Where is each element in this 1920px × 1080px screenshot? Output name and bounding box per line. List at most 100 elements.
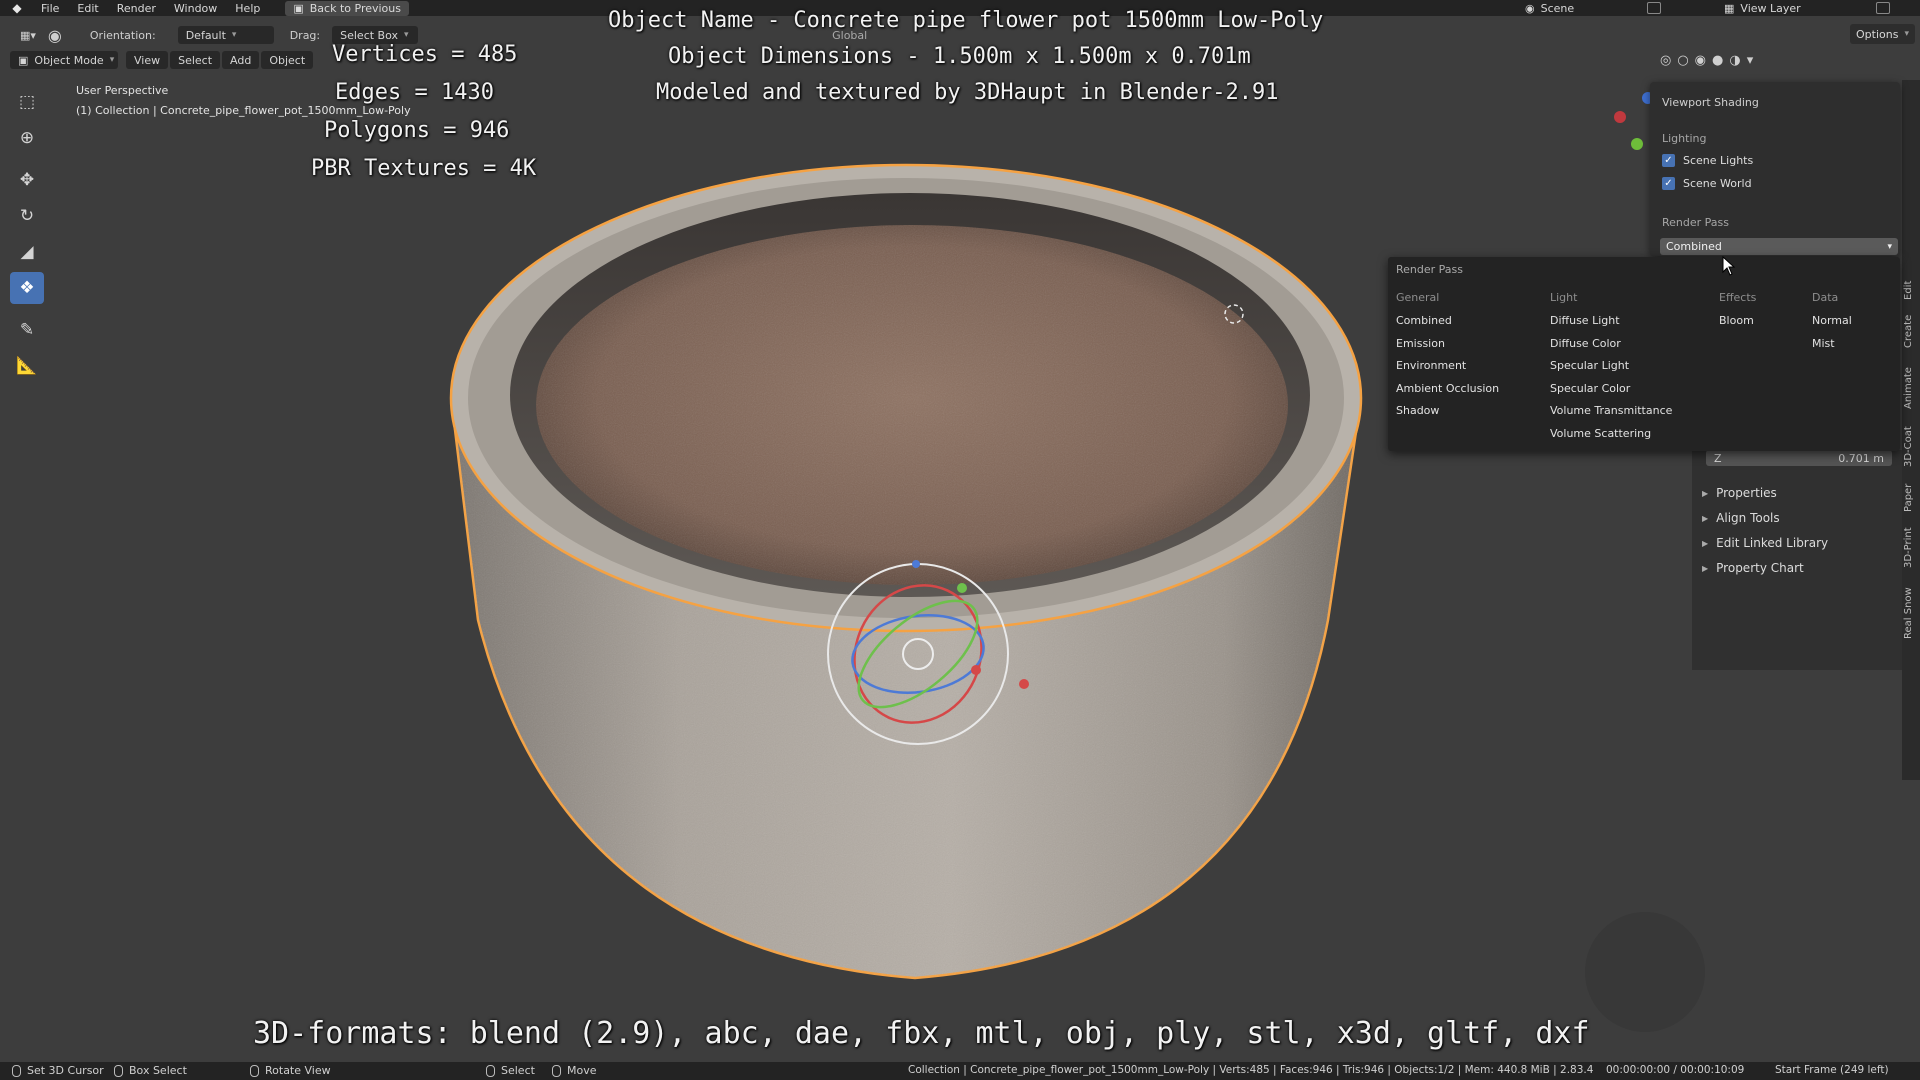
- drag-label: Drag:: [289, 28, 321, 42]
- viewport-canvas[interactable]: [0, 0, 1920, 1080]
- pass-item-diffuse-color[interactable]: Diffuse Color: [1550, 337, 1672, 360]
- menu-file[interactable]: File: [32, 2, 68, 15]
- render-pass-value: Combined: [1666, 240, 1722, 253]
- copy-view-layer-icon[interactable]: [1876, 2, 1891, 14]
- mouse-icon: [250, 1064, 259, 1077]
- pass-item-specular-light[interactable]: Specular Light: [1550, 359, 1672, 382]
- mouse-pointer-icon: [1722, 256, 1736, 276]
- chevron-down-icon: ▾: [109, 55, 115, 65]
- pass-column-header: General: [1396, 291, 1440, 304]
- back-to-previous-button[interactable]: ▣ Back to Previous: [285, 0, 409, 16]
- tab-create[interactable]: Create: [1903, 306, 1919, 356]
- status-rotate-view-label: Rotate View: [265, 1064, 331, 1077]
- pass-item-mist[interactable]: Mist: [1812, 337, 1852, 360]
- blender-logo-icon[interactable]: ◆: [8, 1, 26, 15]
- overlay-formats: 3D-formats: blend (2.9), abc, dae, fbx, …: [253, 1016, 1590, 1051]
- left-toolbar: ⬚ ⊕ ✥ ↻ ◢ ❖ ✎ 📐: [10, 86, 46, 386]
- scene-selector[interactable]: ◉ Scene: [1525, 0, 1661, 16]
- status-rotate-view: Rotate View: [250, 1064, 331, 1077]
- menu-help[interactable]: Help: [226, 2, 269, 15]
- tab-animate[interactable]: Animate: [1903, 358, 1919, 418]
- menu-window[interactable]: Window: [165, 2, 226, 15]
- view-layer-selector[interactable]: ▦ View Layer: [1724, 0, 1891, 16]
- select-box-icon[interactable]: ⬚: [10, 86, 44, 118]
- viewport-perspective-label: User Perspective: [76, 84, 169, 97]
- status-stats: Collection | Concrete_pipe_flower_pot_15…: [908, 1064, 1594, 1076]
- section-properties[interactable]: ▶ Properties: [1702, 486, 1777, 500]
- chevron-down-icon: ▾: [1904, 29, 1909, 39]
- chevron-down-icon: ▾: [404, 30, 409, 40]
- section-edit-linked-library[interactable]: ▶ Edit Linked Library: [1702, 536, 1828, 550]
- view-layer-icon: ▦: [1724, 1, 1735, 15]
- measure-icon[interactable]: 📐: [10, 350, 44, 382]
- section-properties-label: Properties: [1716, 486, 1777, 500]
- section-property-chart[interactable]: ▶ Property Chart: [1702, 561, 1804, 575]
- move-icon[interactable]: ✥: [10, 164, 44, 196]
- overlay-dimensions: Object Dimensions - 1.500m x 1.500m x 0.…: [668, 44, 1251, 69]
- screen-icon: ▣: [293, 1, 304, 15]
- sidebar-n-panel: Z 0.701 m ▶ Properties ▶ Align Tools ▶ E…: [1692, 450, 1902, 670]
- pass-item-emission[interactable]: Emission: [1396, 337, 1499, 360]
- tab-3d-coat[interactable]: 3D-Coat: [1903, 418, 1919, 476]
- menu-render[interactable]: Render: [108, 2, 165, 15]
- copy-scene-icon[interactable]: [1646, 2, 1661, 14]
- pass-item-volume-scattering[interactable]: Volume Scattering: [1550, 427, 1672, 450]
- viewport-shading-icons[interactable]: ◎○◉●◑▾: [1654, 53, 1765, 68]
- rotate-icon[interactable]: ↻: [10, 200, 44, 232]
- pass-item-volume-transmittance[interactable]: Volume Transmittance: [1550, 404, 1672, 427]
- tab-edit[interactable]: Edit: [1903, 270, 1919, 310]
- status-box-select: Box Select: [114, 1064, 187, 1077]
- mode-value: Object Mode: [34, 53, 104, 67]
- pass-item-combined[interactable]: Combined: [1396, 314, 1499, 337]
- scene-icon: ◉: [1525, 1, 1535, 15]
- menu-object[interactable]: Object: [261, 51, 314, 69]
- status-box-select-label: Box Select: [129, 1064, 187, 1077]
- scene-name: Scene: [1540, 1, 1575, 15]
- mouse-icon: [12, 1064, 21, 1077]
- nav-gizmo-y: [1631, 138, 1643, 150]
- triangle-right-icon: ▶: [1702, 513, 1709, 523]
- scene-world-label: Scene World: [1683, 177, 1752, 190]
- pass-item-environment[interactable]: Environment: [1396, 359, 1499, 382]
- pass-column-general: General Combined Emission Environment Am…: [1396, 291, 1499, 427]
- pass-item-specular-color[interactable]: Specular Color: [1550, 382, 1672, 405]
- menu-edit[interactable]: Edit: [68, 2, 107, 15]
- drag-value: Select Box: [340, 28, 399, 42]
- pass-item-diffuse-light[interactable]: Diffuse Light: [1550, 314, 1672, 337]
- triangle-right-icon: ▶: [1702, 538, 1709, 548]
- scale-icon[interactable]: ◢: [10, 236, 44, 268]
- render-pass-label: Render Pass: [1662, 216, 1729, 229]
- active-tool-icon[interactable]: ◉: [42, 26, 68, 45]
- scene-lights-checkbox[interactable]: ✓ Scene Lights: [1662, 154, 1753, 167]
- editor-type-icon[interactable]: ▦▾: [14, 29, 42, 42]
- scene-world-checkbox[interactable]: ✓ Scene World: [1662, 177, 1752, 190]
- status-time: 00:00:00:00 / 00:00:10:09: [1606, 1064, 1745, 1076]
- pass-column-header: Light: [1550, 291, 1578, 304]
- z-label: Z: [1714, 451, 1722, 465]
- mode-dropdown[interactable]: ▣ Object Mode ▾: [10, 51, 118, 69]
- cursor-icon[interactable]: ⊕: [10, 122, 44, 154]
- tab-real-snow[interactable]: Real Snow: [1903, 578, 1919, 648]
- tab-paper[interactable]: Paper: [1903, 476, 1919, 520]
- section-align-tools[interactable]: ▶ Align Tools: [1702, 511, 1780, 525]
- options-dropdown[interactable]: Options ▾: [1850, 24, 1915, 44]
- transform-icon[interactable]: ❖: [10, 272, 44, 304]
- menu-add[interactable]: Add: [222, 51, 260, 69]
- section-align-tools-label: Align Tools: [1716, 511, 1780, 525]
- pass-item-shadow[interactable]: Shadow: [1396, 404, 1499, 427]
- orientation-dropdown[interactable]: Default ▾: [177, 26, 274, 44]
- annotate-icon[interactable]: ✎: [10, 314, 44, 346]
- orientation-label: Orientation:: [89, 28, 156, 42]
- viewport-collection-label: (1) Collection | Concrete_pipe_flower_po…: [76, 104, 411, 117]
- pass-item-normal[interactable]: Normal: [1812, 314, 1852, 337]
- pass-item-bloom[interactable]: Bloom: [1719, 314, 1756, 337]
- section-edit-linked-library-label: Edit Linked Library: [1716, 536, 1829, 550]
- tab-3d-print[interactable]: 3D-Print: [1903, 520, 1919, 576]
- menu-select[interactable]: Select: [170, 51, 221, 69]
- z-dimension-field[interactable]: Z 0.701 m: [1706, 450, 1892, 466]
- menu-view[interactable]: View: [126, 51, 169, 69]
- pass-item-ambient-occlusion[interactable]: Ambient Occlusion: [1396, 382, 1499, 405]
- checkbox-icon: ✓: [1662, 177, 1675, 190]
- status-bar: Set 3D Cursor Box Select Rotate View Sel…: [0, 1062, 1920, 1080]
- render-pass-dropdown[interactable]: Combined ▾: [1660, 238, 1898, 255]
